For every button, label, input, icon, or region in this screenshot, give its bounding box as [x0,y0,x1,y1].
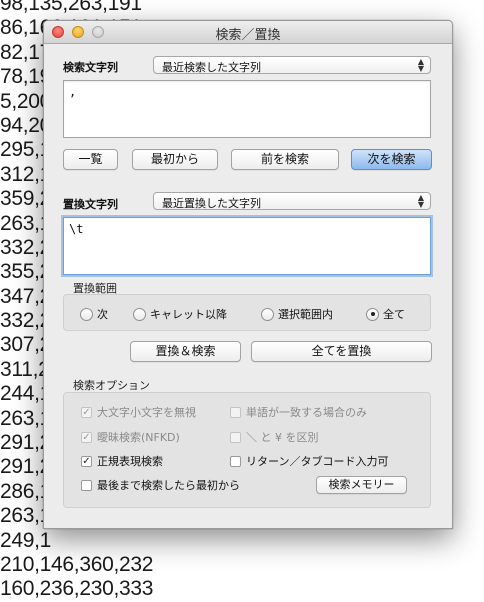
replace-label: 置換文字列 [63,198,118,211]
search-memory-button[interactable]: 検索メモリー [316,476,407,494]
recent-search-popup-label: 最近検索した文字列 [162,61,261,74]
backslash-yen-label: ＼ と ¥ を区別 [246,431,319,444]
ignore-case-checkbox[interactable]: ✓ 大文字小文字を無視 [81,404,196,420]
popup-arrows-icon: ▲ ▼ [417,57,424,73]
radio-icon [133,307,146,321]
checkmark-icon: ✓ [81,431,92,443]
scope-after-caret-radio[interactable]: キャレット以降 [133,306,227,322]
replace-field[interactable]: \t [63,217,431,275]
editor-line: 160,236,230,333 [0,577,154,601]
wrap-around-checkbox[interactable]: 最後まで検索したら最初から [81,477,240,493]
backslash-yen-checkbox[interactable]: ＼ と ¥ を区別 [230,429,319,445]
editor-line: 210,146,360,232 [0,552,154,576]
find-previous-button[interactable]: 前を検索 [231,149,339,170]
checkbox-icon [230,431,241,443]
list-button[interactable]: 一覧 [63,149,118,170]
find-next-button[interactable]: 次を検索 [351,149,432,170]
scope-next-radio[interactable]: 次 [80,306,108,322]
return-tab-checkbox[interactable]: リターン／タブコード入力可 [230,453,388,469]
scope-selection-label: 選択範囲内 [278,308,333,321]
find-from-start-button[interactable]: 最初から [132,149,218,170]
scope-all-radio[interactable]: 全て [366,306,405,322]
options-group-title: 検索オプション [73,379,150,392]
regex-checkbox[interactable]: ✓ 正規表現検索 [81,453,163,469]
scope-all-label: 全て [383,308,405,321]
editor-line: 98,135,263,191 [0,0,142,15]
ignore-case-label: 大文字小文字を無視 [97,406,196,419]
editor-line: 249,1 [0,528,52,552]
whole-word-checkbox[interactable]: 単語が一致する場合のみ [230,404,367,420]
recent-replace-popup-label: 最近置換した文字列 [162,197,261,210]
replace-and-find-button[interactable]: 置換＆検索 [130,341,241,362]
recent-replace-popup[interactable]: 最近置換した文字列 ▲ ▼ [153,192,431,210]
whole-word-label: 単語が一致する場合のみ [246,406,367,419]
radio-icon [80,307,93,321]
fuzzy-search-checkbox[interactable]: ✓ 曖昧検索(NFKD) [81,429,180,445]
wrap-around-label: 最後まで検索したら最初から [97,479,240,492]
title-bar[interactable]: 検索／置換 [44,21,452,44]
replace-all-button[interactable]: 全てを置換 [251,341,432,362]
fuzzy-search-label: 曖昧検索(NFKD) [97,431,180,444]
popup-arrows-icon: ▲ ▼ [417,193,424,209]
checkmark-icon: ✓ [81,406,92,418]
search-field[interactable]: , [63,80,431,138]
checkbox-icon [81,479,92,491]
scope-next-label: 次 [97,308,108,321]
checkmark-icon: ✓ [81,455,92,467]
radio-icon [261,307,274,321]
scope-selection-radio[interactable]: 選択範囲内 [261,306,333,322]
window-title: 検索／置換 [215,28,281,43]
checkbox-icon [230,455,241,467]
search-label: 検索文字列 [63,61,118,74]
checkbox-icon [230,406,241,418]
regex-label: 正規表現検索 [97,455,163,468]
radio-selected-icon [366,307,379,321]
find-replace-window: 検索／置換 検索文字列 最近検索した文字列 ▲ ▼ , 一覧 最初から 前を検索 … [43,20,453,529]
recent-search-popup[interactable]: 最近検索した文字列 ▲ ▼ [153,56,431,74]
scope-after-caret-label: キャレット以降 [150,308,227,321]
return-tab-label: リターン／タブコード入力可 [246,455,389,468]
